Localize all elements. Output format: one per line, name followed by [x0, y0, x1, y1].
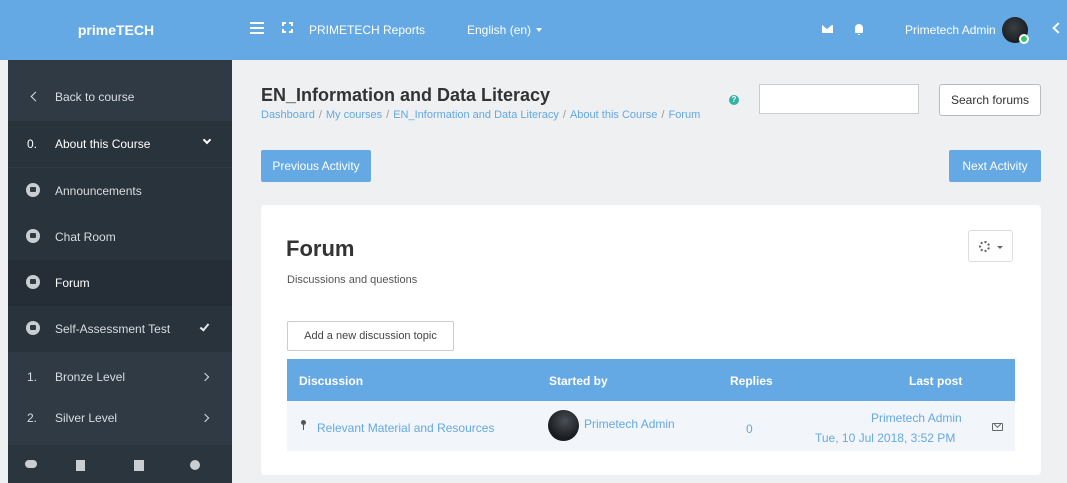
sidebar-item-forum[interactable]: Forum — [8, 260, 232, 306]
caret-down-icon — [997, 246, 1003, 249]
last-post-user[interactable]: Primetech Admin — [871, 411, 962, 425]
forum-icon — [26, 183, 40, 197]
envelope-icon[interactable] — [992, 423, 1003, 431]
discussion-link[interactable]: Relevant Material and Resources — [317, 421, 494, 435]
previous-activity-button[interactable]: Previous Activity — [261, 150, 371, 182]
forum-description: Discussions and questions — [287, 274, 418, 286]
sidebar-item-label: Announcements — [55, 184, 142, 198]
chevron-down-icon — [202, 135, 212, 145]
sidebar-item-chat-room[interactable]: Chat Room — [8, 214, 232, 260]
section-about-course[interactable]: 0. About this Course — [8, 121, 232, 167]
replies-count[interactable]: 0 — [746, 422, 753, 436]
breadcrumb-course[interactable]: EN_Information and Data Literacy — [393, 109, 559, 121]
online-status-dot — [1019, 34, 1029, 44]
reports-link[interactable]: PRIMETECH Reports — [309, 23, 425, 37]
sidebar-item-self-assessment[interactable]: Self-Assessment Test — [8, 306, 232, 352]
breadcrumb-forum[interactable]: Forum — [668, 109, 700, 121]
sidebar-item-label: Forum — [55, 276, 90, 290]
section-number: 1. — [27, 370, 38, 384]
chat-icon[interactable] — [25, 460, 37, 468]
breadcrumb-my-courses[interactable]: My courses — [326, 109, 382, 121]
back-to-course-link[interactable]: Back to course — [8, 74, 232, 120]
add-discussion-button[interactable]: Add a new discussion topic — [287, 321, 454, 351]
chevron-right-icon — [200, 413, 210, 423]
section-number: 0. — [27, 137, 38, 151]
started-by-link[interactable]: Primetech Admin — [584, 417, 675, 431]
gear-icon — [979, 241, 990, 252]
pin-icon — [301, 420, 306, 430]
section-label: About this Course — [55, 137, 151, 151]
checkmark-icon — [199, 321, 210, 332]
back-label: Back to course — [55, 90, 135, 104]
chevron-left-icon — [30, 91, 41, 102]
section-label: Bronze Level — [55, 370, 126, 384]
help-icon[interactable]: ? — [729, 95, 739, 105]
quiz-icon — [26, 321, 40, 335]
section-bronze-level[interactable]: 1. Bronze Level — [8, 354, 232, 400]
forum-title: Forum — [286, 236, 355, 261]
chat-icon — [26, 229, 40, 243]
brand-logo[interactable]: primeTECH — [0, 0, 232, 60]
search-forums-input[interactable] — [759, 84, 919, 114]
breadcrumb-dashboard[interactable]: Dashboard — [261, 109, 315, 121]
column-last-post[interactable]: Last post — [909, 374, 962, 388]
section-silver-level[interactable]: 2. Silver Level — [8, 395, 232, 441]
top-navbar: primeTECH PRIMETECH Reports English (en)… — [0, 0, 1067, 60]
chevron-left-icon[interactable] — [1052, 22, 1064, 34]
page-title: EN_Information and Data Literacy — [261, 85, 551, 105]
gear-icon[interactable] — [190, 460, 200, 470]
last-post-date[interactable]: Tue, 10 Jul 2018, 3:52 PM — [815, 431, 955, 445]
section-label: Silver Level — [55, 411, 118, 425]
book-icon[interactable] — [134, 460, 144, 471]
table-header: Discussion Started by Replies Last post — [287, 359, 1015, 401]
fullscreen-icon[interactable] — [282, 22, 293, 33]
breadcrumb-section[interactable]: About this Course — [570, 109, 657, 121]
caret-down-icon — [536, 28, 543, 32]
menu-toggle-icon[interactable] — [250, 22, 264, 34]
sidebar-item-announcements[interactable]: Announcements — [8, 168, 232, 214]
sidebar-item-label: Self-Assessment Test — [55, 322, 171, 336]
column-replies[interactable]: Replies — [730, 374, 773, 388]
avatar[interactable] — [548, 410, 579, 441]
section-number: 2. — [27, 411, 38, 425]
table-row: Relevant Material and Resources Primetec… — [287, 401, 1015, 451]
sidebar-item-label: Chat Room — [55, 230, 116, 244]
search-forums-button[interactable]: Search forums — [939, 84, 1041, 116]
language-label: English (en) — [467, 23, 532, 37]
user-menu-name[interactable]: Primetech Admin — [905, 23, 996, 37]
forum-icon — [26, 275, 40, 289]
next-activity-button[interactable]: Next Activity — [949, 150, 1041, 182]
file-icon[interactable] — [76, 460, 85, 471]
column-started-by[interactable]: Started by — [549, 374, 608, 388]
column-discussion[interactable]: Discussion — [299, 374, 363, 388]
language-menu[interactable]: English (en) — [467, 23, 543, 37]
breadcrumb: Dashboard / My courses / EN_Information and … — [261, 109, 701, 121]
sidebar-footer — [8, 445, 232, 483]
envelope-icon[interactable] — [822, 25, 833, 33]
forum-settings-menu[interactable] — [968, 230, 1013, 262]
bell-icon[interactable] — [855, 24, 863, 35]
course-sidebar: Back to course 0. About this Course Anno… — [8, 60, 232, 483]
chevron-right-icon — [200, 372, 210, 382]
